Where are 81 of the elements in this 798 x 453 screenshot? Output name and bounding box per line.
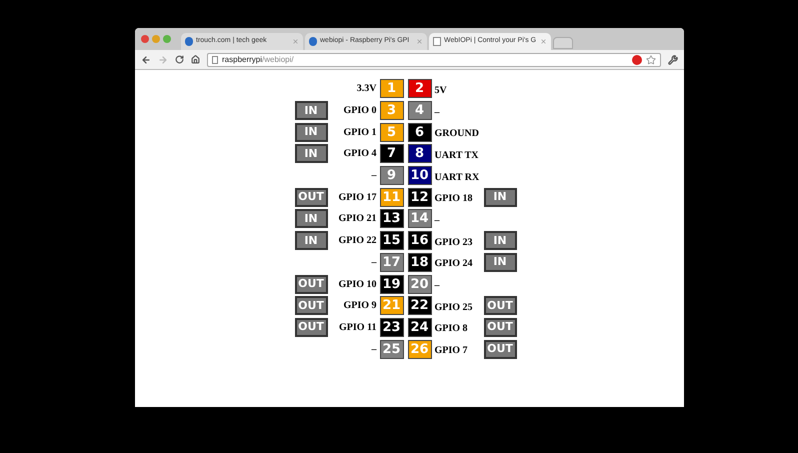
pin-label: GPIO 23 (434, 236, 473, 248)
mode-button[interactable]: IN (484, 252, 516, 272)
pin-number[interactable]: 20 (408, 274, 432, 294)
pin-label: GPIO 7 (434, 345, 468, 356)
pin-number[interactable]: 8 (408, 144, 432, 164)
pin-label: GPIO 9 (343, 299, 376, 314)
pin-number[interactable]: 24 (408, 318, 432, 337)
mode-button[interactable]: OUT (484, 318, 516, 337)
pin-number[interactable]: 13 (380, 209, 404, 228)
pin-label: GPIO 21 (338, 212, 376, 226)
close-tab-icon[interactable] (292, 38, 299, 45)
pin-number[interactable]: 14 (408, 209, 432, 228)
pin-number[interactable]: 4 (408, 101, 432, 120)
pin-label: GPIO 8 (434, 323, 468, 334)
pin-label: GROUND (434, 128, 479, 140)
mode-button[interactable]: OUT (294, 318, 328, 337)
close-window-icon[interactable] (141, 35, 149, 43)
pin-number[interactable]: 7 (380, 144, 404, 164)
mode-button[interactable]: IN (294, 144, 328, 164)
pin-label: – (372, 342, 376, 357)
address-text: raspberrypi/webiopi/ (222, 54, 294, 66)
pin-label: GPIO 17 (338, 190, 376, 205)
mode-button[interactable]: IN (294, 209, 328, 228)
close-tab-icon[interactable] (416, 38, 423, 45)
pin-label: – (434, 280, 440, 292)
mode-button[interactable]: IN (484, 231, 516, 250)
forward-icon[interactable] (158, 54, 168, 64)
pin-number[interactable]: 17 (380, 252, 404, 272)
pin-label: 3.3V (356, 82, 376, 96)
pin-label: GPIO 25 (434, 302, 473, 313)
pin-label: GPIO 24 (434, 258, 473, 270)
pin-number[interactable]: 10 (408, 166, 432, 186)
mode-button[interactable]: IN (294, 122, 328, 142)
wrench-icon[interactable] (668, 54, 678, 64)
pin-number[interactable]: 6 (408, 122, 432, 142)
pin-number[interactable]: 25 (380, 340, 404, 359)
mode-button[interactable]: OUT (294, 296, 328, 316)
star-icon[interactable] (646, 54, 656, 64)
mode-button[interactable]: IN (294, 231, 328, 250)
pin-number[interactable]: 9 (380, 166, 404, 186)
pin-label: GPIO 18 (434, 193, 473, 204)
page-icon (185, 37, 193, 46)
page-icon (212, 56, 218, 64)
home-icon[interactable] (191, 55, 200, 64)
mode-button[interactable]: OUT (294, 188, 328, 207)
back-icon[interactable] (141, 54, 151, 64)
pin-label: GPIO 11 (338, 320, 376, 335)
page-icon (309, 37, 317, 46)
pin-label: GPIO 4 (343, 147, 376, 162)
close-tab-icon[interactable] (540, 38, 547, 45)
mode-button[interactable]: OUT (294, 274, 328, 294)
mode-button[interactable]: IN (294, 101, 328, 120)
mode-button[interactable]: OUT (484, 340, 516, 359)
mode-button[interactable]: OUT (484, 296, 516, 316)
pin-label: UART TX (434, 150, 479, 161)
pin-number[interactable]: 12 (408, 188, 432, 207)
pin-number[interactable]: 22 (408, 296, 432, 316)
mode-button[interactable]: IN (484, 188, 516, 207)
zoom-window-icon[interactable] (163, 35, 171, 43)
pin-label: GPIO 22 (338, 234, 376, 248)
pin-number[interactable]: 18 (408, 252, 432, 272)
pin-label: – (434, 214, 440, 226)
pin-number[interactable]: 19 (380, 274, 404, 294)
pin-label: 5V (434, 84, 447, 96)
pin-label: GPIO 10 (338, 278, 376, 292)
pin-label: UART RX (434, 172, 480, 183)
pin-label: GPIO 1 (343, 126, 376, 140)
new-tab-button[interactable] (553, 37, 573, 49)
page-icon (433, 37, 441, 46)
stop-icon[interactable] (632, 54, 642, 64)
pin-label: – (372, 256, 376, 270)
minimize-window-icon[interactable] (152, 35, 160, 43)
reload-icon[interactable] (175, 55, 184, 64)
pin-label: – (372, 169, 376, 184)
address-bar[interactable]: raspberrypi/webiopi/ (207, 52, 661, 66)
pin-number[interactable]: 15 (380, 231, 404, 250)
pin-label: – (434, 106, 440, 118)
pin-number[interactable]: 23 (380, 318, 404, 337)
pin-number[interactable]: 2 (408, 79, 432, 98)
pin-label: GPIO 0 (343, 104, 376, 118)
pin-number[interactable]: 16 (408, 231, 432, 250)
